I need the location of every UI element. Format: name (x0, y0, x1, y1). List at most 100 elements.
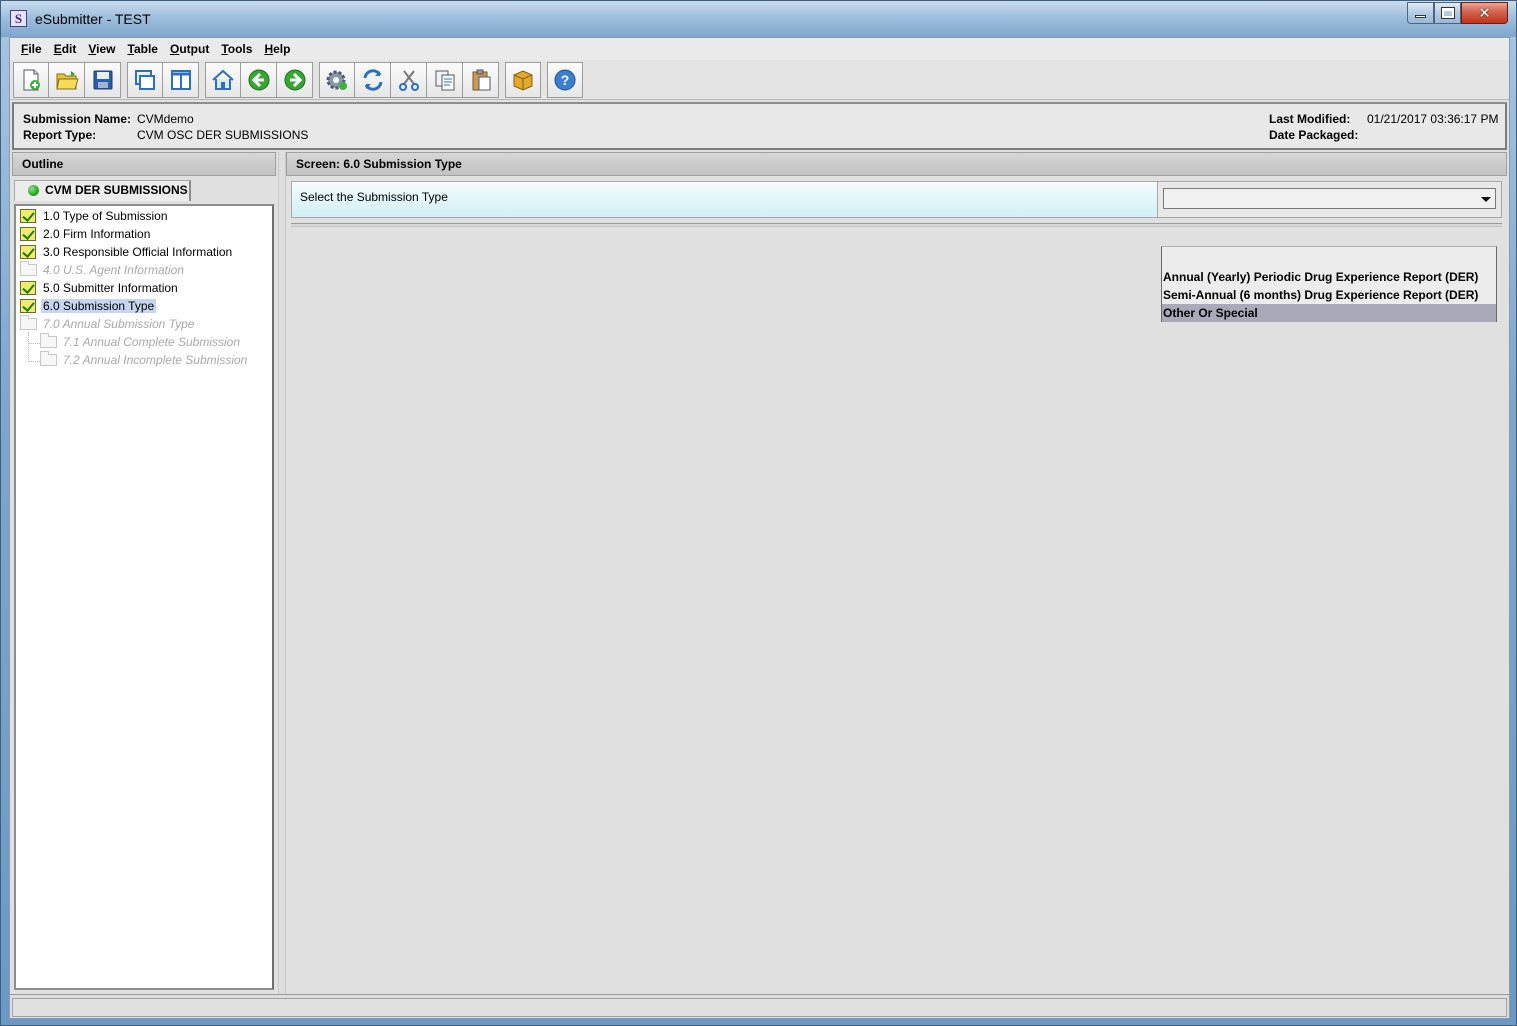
dropdown-option-annual[interactable]: Annual (Yearly) Periodic Drug Experience… (1162, 268, 1496, 286)
last-modified-value: 01/21/2017 03:36:17 PM (1367, 112, 1499, 126)
forward-button[interactable] (277, 62, 313, 98)
tree-item-label: 3.0 Responsible Official Information (43, 245, 233, 259)
outline-header: Outline (12, 152, 276, 176)
toolbar-group-edit (319, 62, 499, 98)
tree-item-submission-type[interactable]: 6.0 Submission Type (20, 298, 157, 316)
dropdown-option-other[interactable]: Other Or Special (1162, 304, 1496, 322)
menu-edit-mnemonic: E (53, 42, 62, 56)
question-row: Select the Submission Type (291, 181, 1502, 218)
home-icon (212, 69, 234, 90)
toolbar-group-file (13, 62, 121, 98)
outline-tree: 1.0 Type of Submission 2.0 Firm Informat… (14, 204, 274, 990)
forward-arrow-icon (284, 69, 305, 91)
tree-item-firm-information[interactable]: 2.0 Firm Information (20, 226, 152, 244)
menu-tools-label: ools (227, 42, 253, 56)
submission-type-select[interactable] (1163, 188, 1496, 209)
menu-help-label: elp (273, 42, 291, 56)
tree-item-submitter-information[interactable]: 5.0 Submitter Information (20, 280, 180, 298)
menu-file[interactable]: File (15, 42, 48, 56)
menu-help[interactable]: Help (258, 42, 296, 56)
tree-item-annual-complete[interactable]: 7.1 Annual Complete Submission (40, 333, 242, 352)
new-document-icon (23, 69, 40, 91)
date-packaged-label: Date Packaged: (1269, 128, 1359, 142)
report-type-label: Report Type: (23, 128, 97, 142)
minimize-button[interactable] (1407, 2, 1434, 24)
screen-header: Screen: 6.0 Submission Type (286, 152, 1507, 176)
paste-button[interactable] (463, 62, 499, 98)
toolbar-group-view (127, 62, 199, 98)
settings-gear-icon (326, 70, 347, 90)
folder-icon (20, 261, 37, 276)
folder-icon (40, 333, 57, 348)
menu-table[interactable]: Table (122, 42, 164, 56)
tree-item-label: 1.0 Type of Submission (43, 209, 168, 223)
menu-output[interactable]: Output (164, 42, 215, 56)
menu-edit-label: dit (61, 42, 77, 56)
minimize-icon (1415, 15, 1426, 18)
split-view-button[interactable] (163, 62, 199, 98)
status-text (12, 998, 1507, 1017)
tree-item-label: 6.0 Submission Type (41, 299, 157, 313)
tree-item-annual-submission-type[interactable]: 7.0 Annual Submission Type (20, 315, 196, 334)
cascade-windows-button[interactable] (127, 62, 163, 98)
pane-splitter[interactable] (278, 152, 286, 994)
tree-item-us-agent[interactable]: 4.0 U.S. Agent Information (20, 261, 186, 280)
menu-view[interactable]: View (82, 42, 121, 56)
client-area: File Edit View Table Output Tools Help ?… (9, 37, 1510, 1019)
split-view-icon (170, 70, 191, 90)
status-bar (10, 994, 1509, 1018)
new-document-button[interactable] (13, 62, 49, 98)
cut-button[interactable] (391, 62, 427, 98)
submission-type-dropdown: Annual (Yearly) Periodic Drug Experience… (1161, 246, 1497, 322)
copy-button[interactable] (427, 62, 463, 98)
open-folder-icon (55, 71, 79, 90)
toolbar-group-package (505, 62, 541, 98)
maximize-button[interactable] (1434, 2, 1461, 24)
back-button[interactable] (241, 62, 277, 98)
cut-icon (398, 70, 419, 91)
close-icon: ✕ (1478, 5, 1491, 22)
open-folder-button[interactable] (49, 62, 85, 98)
app-window: S eSubmitter - TEST ✕ File Edit View Tab… (0, 0, 1517, 1026)
submission-name-label: Submission Name: (23, 112, 132, 126)
settings-button[interactable] (319, 62, 355, 98)
folder-icon (20, 315, 37, 330)
save-icon (93, 70, 112, 90)
menu-output-label: utput (179, 42, 210, 56)
tree-item-type-of-submission[interactable]: 1.0 Type of Submission (20, 208, 170, 226)
menu-view-label: iew (96, 42, 116, 56)
report-type-value: CVM OSC DER SUBMISSIONS (137, 128, 309, 142)
package-icon (513, 70, 533, 91)
outline-tab[interactable]: CVM DER SUBMISSIONS (14, 180, 191, 201)
submission-name-value: CVMdemo (137, 112, 194, 126)
menu-file-label: ile (28, 42, 42, 56)
package-button[interactable] (505, 62, 541, 98)
menu-edit[interactable]: Edit (48, 42, 83, 56)
back-arrow-icon (248, 69, 269, 91)
menu-output-mnemonic: O (169, 42, 180, 56)
outline-pane: Outline CVM DER SUBMISSIONS 1.0 Type of … (12, 152, 276, 994)
close-button[interactable]: ✕ (1461, 2, 1508, 24)
tree-item-label: 7.1 Annual Complete Submission (63, 335, 240, 349)
help-button[interactable]: ? (547, 62, 583, 98)
last-modified-label: Last Modified: (1269, 112, 1351, 126)
window-controls: ✕ (1407, 2, 1508, 24)
home-button[interactable] (205, 62, 241, 98)
status-dot-icon (28, 185, 39, 196)
refresh-button[interactable] (355, 62, 391, 98)
toolbar: ? (10, 60, 1509, 100)
tree-item-responsible-official[interactable]: 3.0 Responsible Official Information (20, 244, 234, 262)
title-bar[interactable]: S eSubmitter - TEST ✕ (1, 1, 1516, 37)
tree-connector (28, 343, 40, 344)
folder-icon (40, 351, 57, 366)
tree-item-annual-incomplete[interactable]: 7.2 Annual Incomplete Submission (40, 351, 249, 370)
dropdown-option-semi-annual[interactable]: Semi-Annual (6 months) Drug Experience R… (1162, 286, 1496, 304)
toolbar-group-help: ? (547, 62, 583, 98)
menu-tools[interactable]: Tools (215, 42, 258, 56)
maximize-icon (1440, 7, 1455, 19)
outline-tab-label: CVM DER SUBMISSIONS (45, 183, 188, 197)
toolbar-group-nav (205, 62, 313, 98)
divider (291, 223, 1502, 227)
save-button[interactable] (85, 62, 121, 98)
checkmark-icon (20, 245, 36, 259)
